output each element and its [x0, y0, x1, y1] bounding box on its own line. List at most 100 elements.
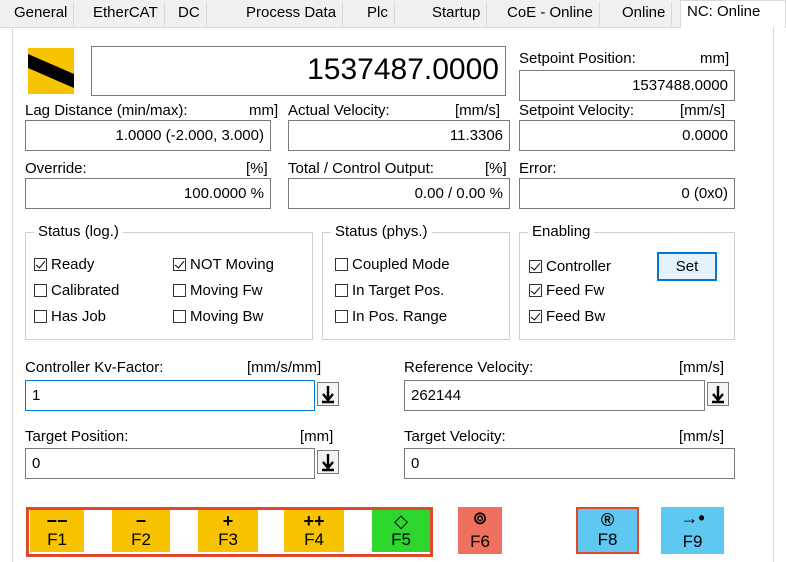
download-arrow-icon — [322, 386, 334, 404]
checkbox-controller[interactable]: Controller — [529, 258, 611, 275]
lag-distance-value: 1.0000 (-2.000, 3.000) — [25, 120, 271, 151]
checkbox-has-job-box[interactable] — [34, 310, 47, 323]
checkbox-moving-fw-label: Moving Fw — [190, 282, 263, 299]
function-key-f1-label: F1 — [47, 530, 67, 549]
checkbox-in-target-pos-box[interactable] — [335, 284, 348, 297]
kv-factor-download-button[interactable] — [317, 382, 339, 406]
checkbox-coupled-mode[interactable]: Coupled Mode — [335, 256, 450, 273]
error-label: Error: — [519, 160, 557, 177]
ref-velocity-input[interactable]: 262144 — [404, 380, 705, 411]
total-output-label: Total / Control Output: — [288, 160, 434, 177]
checkbox-feed-bw-box[interactable] — [529, 310, 542, 323]
kv-factor-input[interactable]: 1 — [25, 380, 315, 411]
checkbox-in-pos-range-label: In Pos. Range — [352, 308, 448, 325]
ref-velocity-download-button[interactable] — [707, 382, 729, 406]
function-key-f6-icon: ⊚ — [472, 508, 488, 528]
setpoint-velocity-label: Setpoint Velocity: — [519, 102, 635, 119]
checkbox-moving-bw[interactable]: Moving Bw — [173, 308, 263, 325]
target-position-input[interactable]: 0 — [25, 448, 315, 479]
checkbox-moving-fw-box[interactable] — [173, 284, 186, 297]
actual-position-display: 1537487.0000 — [91, 46, 506, 96]
actual-velocity-unit: [mm/s] — [455, 102, 500, 119]
target-velocity-input[interactable]: 0 — [404, 448, 735, 479]
actual-velocity-label: Actual Velocity: — [288, 102, 390, 119]
tab-online[interactable]: Online — [616, 2, 673, 26]
error-value: 0 (0x0) — [519, 178, 735, 209]
tab-plc[interactable]: Plc — [361, 2, 395, 26]
lag-distance-label: Lag Distance (min/max): — [25, 102, 188, 119]
checkbox-controller-box[interactable] — [529, 260, 542, 273]
tab-ethercat[interactable]: EtherCAT — [87, 2, 165, 26]
target-velocity-label: Target Velocity: — [404, 428, 506, 445]
download-arrow-icon — [712, 386, 724, 404]
override-label: Override: — [25, 160, 87, 177]
checkbox-not-moving-box[interactable] — [173, 258, 186, 271]
checkbox-moving-bw-label: Moving Bw — [190, 308, 264, 325]
function-key-f2-icon: − — [135, 511, 147, 531]
checkbox-feed-bw[interactable]: Feed Bw — [529, 308, 605, 325]
function-key-f9[interactable]: →• F9 — [661, 507, 724, 554]
checkbox-calibrated-label: Calibrated — [51, 282, 120, 299]
setpoint-position-unit: mm] — [700, 50, 730, 67]
target-position-download-button[interactable] — [317, 450, 339, 474]
checkbox-feed-fw-label: Feed Fw — [546, 282, 605, 299]
kv-factor-label: Controller Kv-Factor: — [25, 359, 164, 376]
function-key-f2[interactable]: − F2 — [112, 510, 170, 552]
tab-nc-online[interactable]: NC: Online — [680, 0, 786, 28]
function-key-f8-icon: ® — [600, 510, 615, 530]
function-key-f5-label: F5 — [391, 530, 411, 549]
actual-velocity-value: 11.3306 — [288, 120, 510, 151]
checkbox-calibrated-box[interactable] — [34, 284, 47, 297]
checkbox-controller-label: Controller — [546, 258, 612, 275]
status-log-title: Status (log.) — [34, 223, 123, 240]
target-position-unit: [mm] — [300, 428, 334, 445]
ref-velocity-unit: [mm/s] — [679, 359, 724, 376]
set-enabling-button[interactable]: Set — [657, 252, 717, 281]
checkbox-moving-fw[interactable]: Moving Fw — [173, 282, 263, 299]
checkbox-moving-bw-box[interactable] — [173, 310, 186, 323]
tab-general[interactable]: General — [8, 2, 75, 26]
function-key-f4-icon: ++ — [303, 511, 325, 531]
lag-distance-unit: mm] — [249, 102, 279, 119]
checkbox-coupled-mode-label: Coupled Mode — [352, 256, 450, 273]
checkbox-calibrated[interactable]: Calibrated — [34, 282, 119, 299]
tab-dc[interactable]: DC — [172, 2, 207, 26]
total-output-unit: [%] — [485, 160, 507, 177]
checkbox-coupled-mode-box[interactable] — [335, 258, 348, 271]
checkbox-in-pos-range[interactable]: In Pos. Range — [335, 308, 447, 325]
checkbox-in-target-pos-label: In Target Pos. — [352, 282, 445, 299]
tab-startup[interactable]: Startup — [426, 2, 488, 26]
checkbox-in-pos-range-box[interactable] — [335, 310, 348, 323]
checkbox-feed-fw-box[interactable] — [529, 284, 542, 297]
setpoint-velocity-unit: [mm/s] — [680, 102, 725, 119]
checkbox-not-moving[interactable]: NOT Moving — [173, 256, 274, 273]
checkbox-feed-fw[interactable]: Feed Fw — [529, 282, 604, 299]
setpoint-velocity-value: 0.0000 — [519, 120, 735, 151]
function-key-f4[interactable]: ++ F4 — [284, 510, 344, 552]
function-key-f3-icon: + — [222, 511, 234, 531]
checkbox-has-job-label: Has Job — [51, 308, 107, 325]
checkbox-ready-box[interactable] — [34, 258, 47, 271]
checkbox-ready[interactable]: Ready — [34, 256, 94, 273]
function-key-f2-label: F2 — [131, 530, 151, 549]
checkbox-in-target-pos[interactable]: In Target Pos. — [335, 282, 444, 299]
checkbox-not-moving-label: NOT Moving — [190, 256, 274, 273]
function-key-f5[interactable]: ◇ F5 — [372, 510, 430, 552]
tab-process-data[interactable]: Process Data — [240, 2, 344, 26]
download-arrow-icon — [322, 454, 334, 472]
tab-coe-online[interactable]: CoE - Online — [501, 2, 600, 26]
target-position-label: Target Position: — [25, 428, 129, 445]
function-key-f8-label: F8 — [597, 530, 618, 549]
function-key-f9-label: F9 — [682, 532, 703, 551]
total-output-value: 0.00 / 0.00 % — [288, 178, 510, 209]
checkbox-has-job[interactable]: Has Job — [34, 308, 106, 325]
function-key-f5-icon: ◇ — [394, 511, 408, 531]
function-key-f4-label: F4 — [304, 530, 324, 549]
function-key-f6[interactable]: ⊚ F6 — [458, 507, 502, 554]
function-key-f3[interactable]: + F3 — [198, 510, 258, 552]
setpoint-position-value: 1537488.0000 — [519, 70, 735, 101]
ref-velocity-label: Reference Velocity: — [404, 359, 534, 376]
function-key-f1[interactable]: −− F1 — [30, 510, 84, 552]
function-key-f8[interactable]: ® F8 — [576, 507, 639, 554]
tab-bar: General EtherCAT DC Process Data Plc Sta… — [0, 0, 786, 28]
